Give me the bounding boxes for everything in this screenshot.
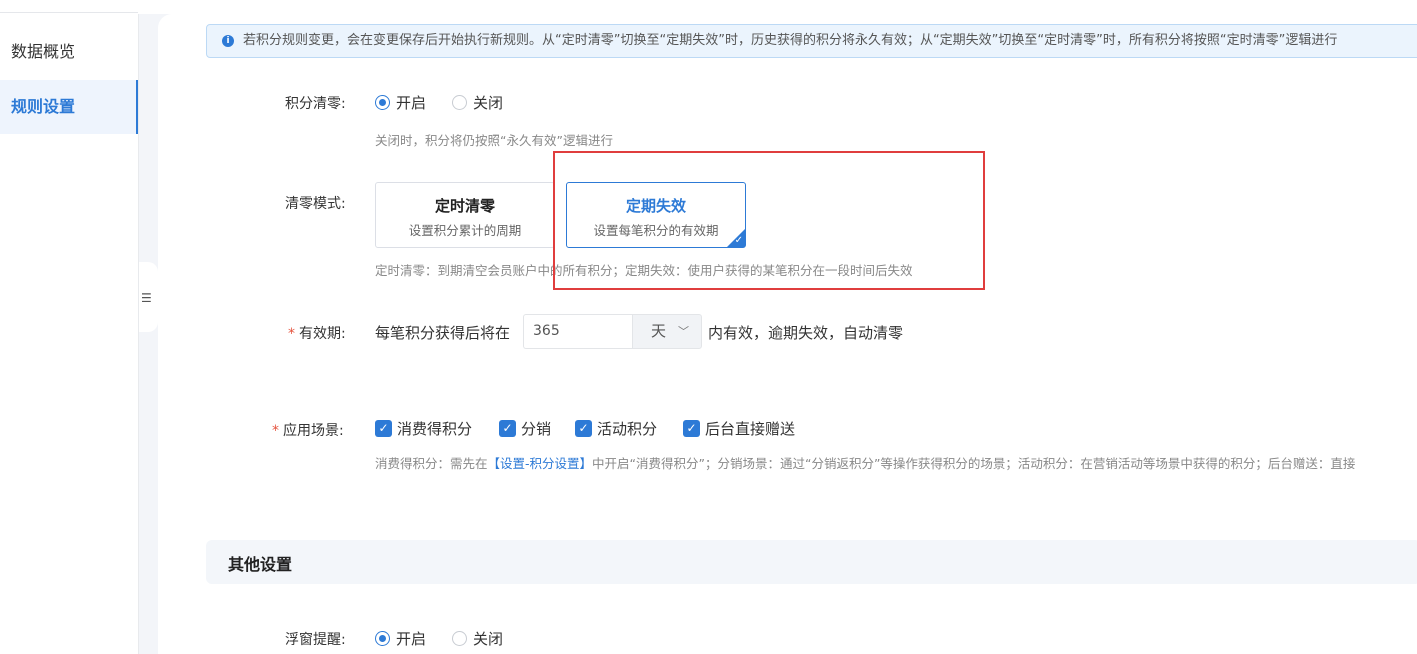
sidebar: 数据概览 规则设置 bbox=[0, 0, 139, 654]
scene-label-text: 应用场景: bbox=[283, 423, 344, 439]
float-on-label: 开启 bbox=[396, 629, 427, 648]
main-content: i 若积分规则变更，会在变更保存后开始执行新规则。从“定时清零”切换至“定期失效… bbox=[158, 14, 1417, 654]
mode-hint: 定时清零：到期清空会员账户中的所有积分；定期失效：使用户获得的某笔积分在一段时间… bbox=[375, 263, 913, 278]
check-icon: ✓ bbox=[734, 235, 743, 246]
mode-card-title: 定期失效 bbox=[625, 197, 686, 215]
required-mark: * bbox=[288, 326, 295, 342]
top-strip bbox=[138, 0, 1417, 14]
validity-label: * 有效期: bbox=[288, 323, 346, 343]
sidebar-item-rule-settings[interactable]: 规则设置 bbox=[0, 80, 138, 134]
float-reminder-label: 浮窗提醒: bbox=[285, 632, 346, 648]
mode-card-desc: 设置积分累计的周期 bbox=[408, 223, 522, 238]
validity-unit-select[interactable]: 天 ﹀ bbox=[632, 314, 702, 349]
mode-card-timed-clear[interactable]: 定时清零 设置积分累计的周期 bbox=[375, 182, 555, 248]
checkbox-checked-icon: ✓ bbox=[575, 419, 592, 437]
chevron-down-icon: ﹀ bbox=[678, 325, 689, 338]
float-off-radio[interactable]: 关闭 bbox=[452, 628, 503, 648]
validity-unit-value: 天 bbox=[651, 322, 667, 340]
scene-distribution-checkbox[interactable]: ✓ 分销 bbox=[499, 418, 551, 438]
validity-suffix: 内有效，逾期失效，自动清零 bbox=[708, 324, 904, 342]
sidebar-divider bbox=[0, 12, 138, 13]
scene-activity-checkbox[interactable]: ✓ 活动积分 bbox=[575, 418, 657, 438]
clear-on-radio[interactable]: 开启 bbox=[375, 92, 426, 112]
sidebar-item-data-overview[interactable]: 数据概览 bbox=[0, 25, 138, 79]
points-settings-link[interactable]: 【设置-积分设置】 bbox=[488, 456, 593, 471]
clear-off-radio[interactable]: 关闭 bbox=[452, 92, 503, 112]
checkbox-checked-icon: ✓ bbox=[499, 419, 516, 437]
mode-card-desc: 设置每笔积分的有效期 bbox=[593, 223, 719, 238]
clear-on-label: 开启 bbox=[396, 93, 427, 112]
scene-consume-checkbox[interactable]: ✓ 消费得积分 bbox=[375, 418, 472, 438]
radio-checked-icon bbox=[375, 630, 390, 646]
scene-admin-gift-checkbox[interactable]: ✓ 后台直接赠送 bbox=[683, 418, 795, 438]
checkbox-checked-icon: ✓ bbox=[375, 419, 392, 437]
mode-card-periodic-expire[interactable]: 定期失效 设置每笔积分的有效期 ✓ bbox=[566, 182, 746, 248]
collapse-sidebar-toggle[interactable]: ☰ bbox=[139, 262, 158, 332]
section-title: 其他设置 bbox=[228, 555, 293, 574]
other-settings-header: 其他设置 bbox=[206, 540, 1417, 584]
float-on-radio[interactable]: 开启 bbox=[375, 628, 426, 648]
validity-days-input[interactable]: 365 bbox=[523, 314, 633, 349]
radio-unchecked-icon bbox=[452, 94, 467, 110]
clear-hint: 关闭时，积分将仍按照“永久有效”逻辑进行 bbox=[375, 133, 613, 148]
required-mark: * bbox=[272, 423, 279, 439]
radio-unchecked-icon bbox=[452, 630, 467, 646]
notice-banner: i 若积分规则变更，会在变更保存后开始执行新规则。从“定时清零”切换至“定期失效… bbox=[206, 24, 1417, 58]
scene-distribution-label: 分销 bbox=[521, 419, 552, 438]
checkbox-checked-icon: ✓ bbox=[683, 419, 700, 437]
mode-label: 清零模式: bbox=[285, 196, 346, 212]
scene-label: * 应用场景: bbox=[272, 420, 344, 440]
clear-label: 积分清零: bbox=[285, 96, 346, 112]
validity-prefix: 每笔积分获得后将在 bbox=[375, 324, 511, 342]
clear-off-label: 关闭 bbox=[473, 93, 504, 112]
scene-hint-post: 中开启“消费得积分”；分销场景：通过“分销返积分”等操作获得积分的场景；活动积分… bbox=[592, 456, 1356, 471]
float-off-label: 关闭 bbox=[473, 629, 504, 648]
scene-consume-label: 消费得积分 bbox=[397, 419, 473, 438]
info-icon: i bbox=[222, 35, 234, 47]
mode-card-title: 定时清零 bbox=[434, 197, 495, 215]
scene-hint: 消费得积分：需先在【设置-积分设置】中开启“消费得积分”；分销场景：通过“分销返… bbox=[375, 453, 1355, 472]
scene-admin-gift-label: 后台直接赠送 bbox=[705, 419, 796, 438]
notice-text: 若积分规则变更，会在变更保存后开始执行新规则。从“定时清零”切换至“定期失效”时… bbox=[243, 33, 1338, 48]
validity-label-text: 有效期: bbox=[299, 326, 346, 342]
scene-hint-pre: 消费得积分：需先在 bbox=[375, 456, 488, 471]
menu-fold-icon: ☰ bbox=[141, 291, 152, 305]
radio-checked-icon bbox=[375, 94, 390, 110]
scene-activity-label: 活动积分 bbox=[597, 419, 658, 438]
